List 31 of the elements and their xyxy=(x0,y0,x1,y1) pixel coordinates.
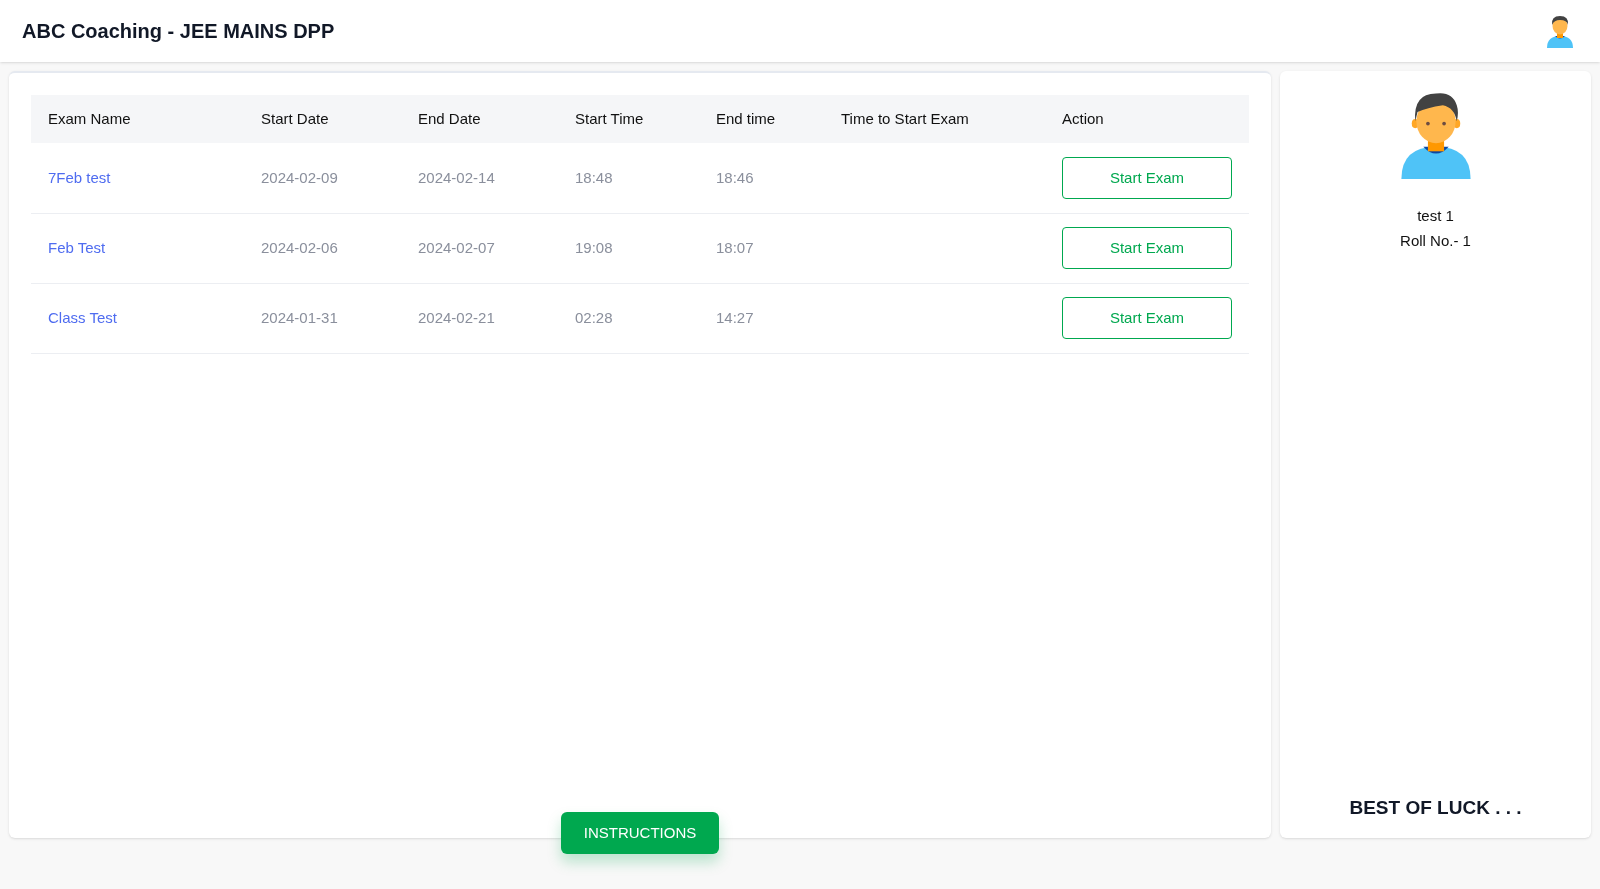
student-name: test 1 xyxy=(1417,206,1454,226)
column-header: Action xyxy=(1062,109,1104,127)
table-cell: 02:28 xyxy=(575,308,613,326)
column-header: Time to Start Exam xyxy=(841,109,969,127)
exam-link[interactable]: Class Test xyxy=(48,308,117,326)
exam-link[interactable]: 7Feb test xyxy=(48,168,111,186)
start-exam-button[interactable]: Start Exam xyxy=(1062,156,1232,199)
table-cell: 2024-02-06 xyxy=(261,238,338,256)
column-header: Start Time xyxy=(575,109,644,127)
table-cell: 19:08 xyxy=(575,238,613,256)
table-cell: 14:27 xyxy=(716,308,754,326)
instructions-button[interactable]: INSTRUCTIONS xyxy=(560,812,720,854)
table-cell: 2024-01-31 xyxy=(261,308,338,326)
table-cell: 2024-02-14 xyxy=(418,168,495,186)
app-title: ABC Coaching - JEE MAINS DPP xyxy=(22,19,335,44)
user-avatar-icon[interactable] xyxy=(1544,13,1576,49)
table-cell: 2024-02-21 xyxy=(418,308,495,326)
table-cell: 2024-02-09 xyxy=(261,168,338,186)
start-exam-button[interactable]: Start Exam xyxy=(1062,227,1232,269)
column-header: End Date xyxy=(418,109,481,127)
table-cell: 2024-02-07 xyxy=(418,238,495,256)
table-cell: 18:48 xyxy=(575,168,613,186)
column-header: Start Date xyxy=(261,109,329,127)
best-of-luck-text: BEST OF LUCK . . . xyxy=(1349,795,1522,820)
table-cell: 18:07 xyxy=(716,238,754,256)
column-header: End time xyxy=(716,109,776,127)
start-exam-button[interactable]: Start Exam xyxy=(1062,297,1232,339)
roll-number: Roll No.- 1 xyxy=(1400,230,1471,251)
exam-link[interactable]: Feb Test xyxy=(48,238,106,256)
table-cell: 18:46 xyxy=(716,168,754,186)
column-header: Exam Name xyxy=(48,109,131,127)
